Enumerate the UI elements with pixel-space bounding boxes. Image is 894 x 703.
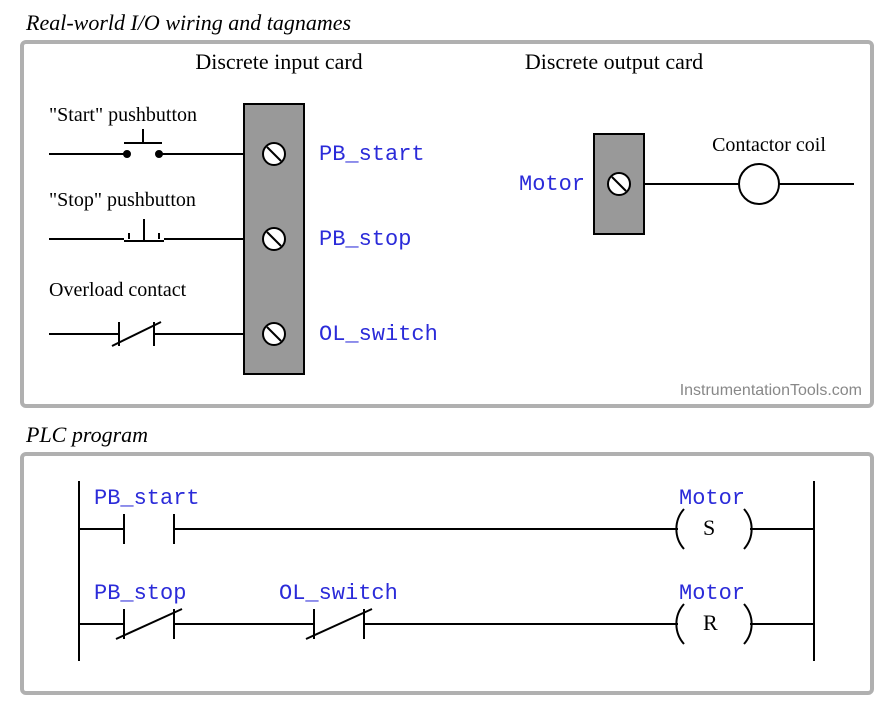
plc-panel-title: PLC program — [26, 422, 874, 448]
terminal-icon — [263, 323, 285, 345]
ladder-diagram-svg: PB_start Motor S PB_stop — [24, 456, 868, 683]
tag-ol-switch: OL_switch — [319, 322, 519, 347]
wiring-panel: Discrete input card Discrete output card… — [20, 40, 874, 408]
start-pushbutton-symbol — [49, 129, 244, 157]
terminal-icon — [263, 228, 285, 250]
rung2-contact1-tag: PB_stop — [94, 581, 244, 606]
rung2-coil-tag: Motor — [679, 581, 799, 606]
overload-contact-label: Overload contact — [49, 279, 249, 302]
output-card-label: Discrete output card — [514, 49, 714, 75]
rung1-coil-letter: S — [703, 515, 733, 541]
tag-pb-start: PB_start — [319, 142, 499, 167]
terminal-icon — [608, 173, 630, 195]
rung2-contact2-tag: OL_switch — [279, 581, 459, 606]
stop-pushbutton-symbol — [49, 219, 244, 241]
stop-pushbutton-label: "Stop" pushbutton — [49, 189, 249, 212]
plc-panel: PB_start Motor S PB_stop — [20, 452, 874, 695]
input-card-label: Discrete input card — [189, 49, 369, 75]
terminal-icon — [263, 143, 285, 165]
wiring-panel-title: Real-world I/O wiring and tagnames — [26, 10, 874, 36]
contactor-coil-icon — [739, 164, 779, 204]
wiring-diagram-svg: Discrete input card Discrete output card… — [24, 44, 868, 396]
tag-pb-stop: PB_stop — [319, 227, 499, 252]
overload-contact-symbol — [49, 322, 244, 346]
tag-motor: Motor — [519, 172, 599, 197]
start-pushbutton-label: "Start" pushbutton — [49, 104, 249, 127]
contactor-coil-label: Contactor coil — [684, 134, 854, 157]
rung1-contact1-tag: PB_start — [94, 486, 244, 511]
credit-text: InstrumentationTools.com — [680, 382, 862, 400]
rung1-coil-tag: Motor — [679, 486, 799, 511]
rung2-coil-letter: R — [703, 610, 733, 636]
